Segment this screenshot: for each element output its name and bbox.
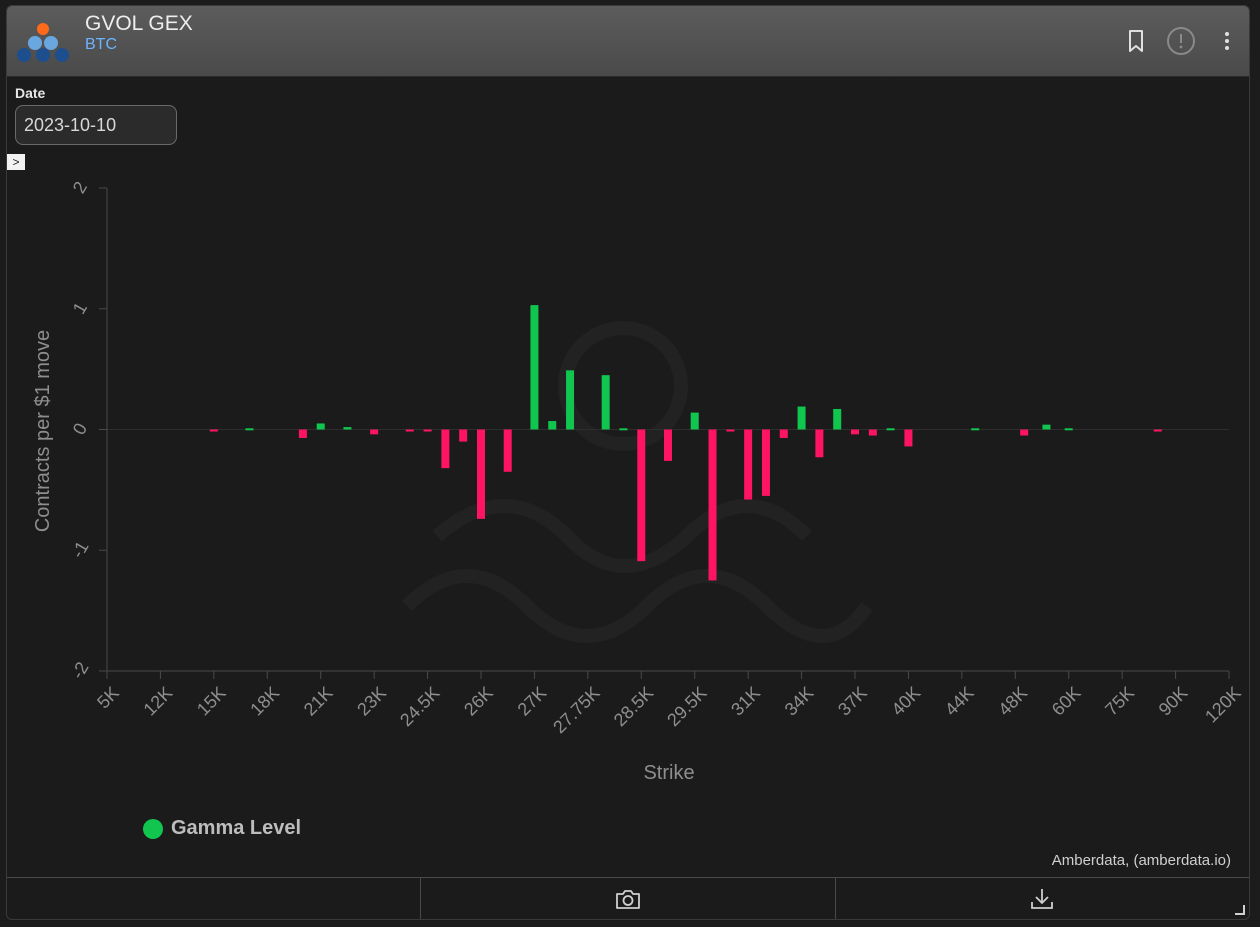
- gamma-bar[interactable]: [245, 428, 254, 431]
- gamma-bar[interactable]: [637, 429, 646, 562]
- screenshot-button[interactable]: [421, 878, 836, 919]
- gamma-bar[interactable]: [423, 429, 432, 432]
- gamma-bar[interactable]: [370, 429, 379, 435]
- y-axis-label: Contracts per $1 move: [32, 330, 54, 532]
- x-tick-label: 27K: [514, 683, 551, 720]
- gamma-bar[interactable]: [708, 429, 717, 581]
- gamma-bar[interactable]: [833, 408, 842, 430]
- gex-widget: GVOL GEX BTC Date > 2 1 0 -1 -25K 12K 15K 18K 21…: [6, 5, 1250, 920]
- x-tick-label: 120K: [1201, 683, 1245, 727]
- footer-empty-cell: [7, 878, 422, 919]
- gamma-bar[interactable]: [868, 429, 877, 436]
- x-tick-label: 31K: [727, 683, 764, 720]
- date-input[interactable]: [15, 105, 177, 145]
- info-icon[interactable]: [1166, 26, 1196, 56]
- x-axis-label: Strike: [643, 762, 694, 784]
- gamma-bar[interactable]: [886, 428, 895, 431]
- widget-title: GVOL GEX: [85, 12, 193, 35]
- x-tick-label: 24.5K: [396, 683, 443, 730]
- gamma-bar[interactable]: [298, 429, 307, 438]
- x-tick-label: 44K: [941, 683, 978, 720]
- date-label: Date: [15, 85, 46, 101]
- widget-subtitle: BTC: [85, 36, 117, 53]
- bookmark-icon[interactable]: [1121, 26, 1151, 56]
- x-tick-label: 75K: [1101, 683, 1138, 720]
- chart-legend[interactable]: Gamma Level: [143, 817, 301, 840]
- legend-label: Gamma Level: [171, 817, 302, 839]
- y-tick-label: -1: [67, 538, 92, 562]
- resize-handle[interactable]: [1235, 905, 1245, 915]
- expand-toggle[interactable]: >: [7, 154, 25, 170]
- gamma-bar[interactable]: [971, 428, 980, 431]
- gamma-bar[interactable]: [1042, 424, 1051, 430]
- gex-bar-chart: 2 1 0 -1 -25K 12K 15K 18K 21K 23K 24.5K 26K 27K27.75…: [32, 178, 1245, 784]
- widget-header: GVOL GEX BTC: [7, 6, 1249, 77]
- gamma-bar[interactable]: [815, 429, 824, 458]
- data-credit: Amberdata, (amberdata.io): [1051, 852, 1231, 869]
- x-tick-label: 26K: [460, 683, 497, 720]
- gamma-bar[interactable]: [851, 429, 859, 435]
- x-tick-label: 27.75K: [549, 683, 603, 737]
- gamma-bar[interactable]: [503, 429, 512, 472]
- gamma-bar[interactable]: [601, 375, 610, 430]
- x-tick-label: 12K: [140, 683, 177, 720]
- gamma-bar[interactable]: [405, 429, 414, 432]
- y-tick-label: -2: [67, 658, 92, 682]
- gamma-bar[interactable]: [1020, 429, 1029, 436]
- x-tick-label: 29.5K: [663, 683, 710, 730]
- gamma-bar[interactable]: [904, 429, 913, 447]
- gamma-bar[interactable]: [690, 412, 699, 430]
- gamma-bar[interactable]: [619, 428, 628, 431]
- gamma-bar[interactable]: [441, 429, 450, 469]
- gamma-bar[interactable]: [459, 429, 468, 442]
- x-tick-label: 90K: [1155, 683, 1192, 720]
- x-tick-label: 15K: [193, 683, 230, 720]
- download-button[interactable]: [836, 878, 1249, 919]
- y-tick-label: 2: [69, 178, 91, 197]
- x-tick-label: 60K: [1048, 683, 1085, 720]
- gamma-bar[interactable]: [566, 370, 575, 430]
- gamma-bar[interactable]: [209, 429, 218, 432]
- legend-marker: [143, 818, 163, 839]
- x-tick-label: 34K: [781, 683, 818, 720]
- x-tick-label: 5K: [93, 683, 123, 713]
- gamma-bar[interactable]: [548, 421, 557, 430]
- x-tick-label: 21K: [300, 683, 337, 720]
- widget-footer: [7, 877, 1249, 919]
- x-tick-label: 18K: [246, 683, 283, 720]
- gamma-bar[interactable]: [761, 429, 770, 496]
- gamma-bar[interactable]: [477, 429, 485, 519]
- gamma-bar[interactable]: [664, 429, 672, 461]
- x-tick-label: 23K: [353, 683, 390, 720]
- camera-icon: [616, 889, 640, 909]
- gamma-bar[interactable]: [343, 427, 352, 430]
- gamma-bar[interactable]: [744, 429, 753, 500]
- y-tick-label: 1: [69, 299, 91, 318]
- amberdata-logo: [17, 23, 69, 62]
- download-icon: [1031, 888, 1054, 909]
- more-vertical-icon[interactable]: [1212, 26, 1242, 56]
- gamma-bar[interactable]: [1064, 428, 1073, 431]
- gamma-bar[interactable]: [1153, 429, 1162, 432]
- y-tick-label: 0: [69, 420, 91, 439]
- gamma-bar[interactable]: [530, 305, 539, 430]
- x-tick-label: 28.5K: [610, 683, 657, 730]
- x-tick-label: 37K: [834, 683, 871, 720]
- gamma-bar[interactable]: [797, 406, 806, 430]
- gamma-bar[interactable]: [316, 423, 325, 430]
- gamma-bar[interactable]: [726, 429, 735, 432]
- watermark-logo: [402, 321, 873, 643]
- x-tick-label: 40K: [888, 683, 925, 720]
- x-tick-label: 48K: [994, 683, 1031, 720]
- gamma-bar[interactable]: [779, 429, 788, 438]
